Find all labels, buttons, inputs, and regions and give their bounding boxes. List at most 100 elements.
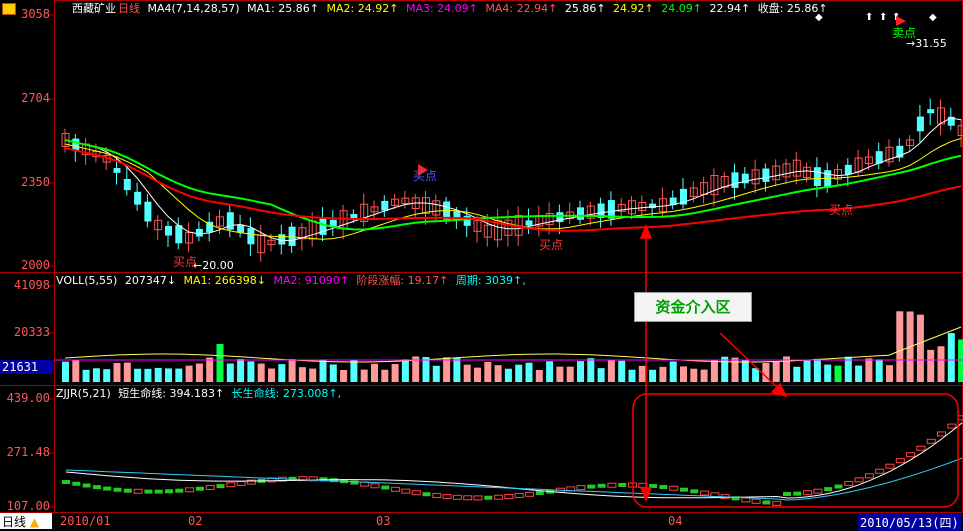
volume-bar [185,365,193,382]
volume-header: VOLL(5,55) 207347↓ MA1: 266398↓ MA2: 910… [56,274,530,288]
volume-bar [721,356,729,382]
volume-bar [927,349,935,382]
zjjr-box-up [751,498,761,504]
zjjr-box-up [916,445,926,451]
volume-bar [587,358,595,382]
candle-down [381,200,389,211]
volume-y-tick: 41098 [13,278,50,292]
volume-bar [628,369,636,382]
ma3-value: MA3: 24.09↑ [405,2,478,15]
volume-bar [597,368,605,382]
ma4-value: MA4: 22.94↑ [485,2,558,15]
zjjr-box-down [350,480,359,485]
volume-bar [484,361,492,382]
candle-down [844,164,852,175]
zjjr-box-down [762,500,771,505]
volume-bar [824,364,832,382]
buy-point-label: 买点 [539,238,564,252]
volume-bar [896,311,904,382]
volume-moving-averages [64,326,962,363]
zjjr-box-down [422,492,431,497]
volume-bar [247,361,255,382]
stage-rise: 阶段涨幅: 19.17↑ [356,274,449,287]
volume-bar [340,369,348,382]
zjjr-box-up [607,482,617,488]
zjjr-box-up [452,494,462,500]
volume-bar [123,362,131,382]
zjjr-box-up [926,438,936,444]
volume-bar [690,368,698,382]
period-tab[interactable]: 日线 ▲ [0,513,52,529]
candle-down [237,224,245,233]
zjjr-title: ZJJR(5,21) [56,387,111,400]
volume-bar [556,366,564,382]
x-label: 03 [376,514,391,528]
zjjr-box-up [947,423,957,429]
zjjr-box-down [793,491,802,496]
volume-bar [329,364,337,382]
candle-down [927,109,935,114]
volume-bar [813,358,821,382]
warning-icon: ▲ [29,515,40,529]
zjjr-box-down [113,487,122,492]
volume-bar [288,359,296,382]
volume-bar [886,365,893,382]
period-label: 日线 [118,2,140,15]
volume-bar [154,367,162,382]
candle-down [226,212,234,230]
volume-bar [463,364,471,382]
volume-bar [772,361,780,382]
volume-bar [257,363,265,382]
zjjr-box-down [824,487,833,492]
zjjr-box-up [700,490,710,496]
v1-value: 25.86↑ [564,2,606,15]
chart-canvas[interactable]: ◆ ⬆ ⬆ ⬆ ◆ [0,0,963,529]
zjjr-box-up [576,485,586,491]
volume-bar [566,366,574,382]
price-header: 西藏矿业 日线 MA4(7,14,28,57) MA1: 25.86↑ MA2: … [72,2,832,16]
svg-text:⬆: ⬆ [879,12,887,23]
volume-value: 207347↓ [124,274,177,287]
moving-average-line [64,137,962,240]
volume-bar [659,366,667,382]
volume-bar [298,367,306,382]
zjjr-box-up [401,488,411,494]
v4-value: 22.94↑ [709,2,751,15]
volume-bar [834,365,842,382]
zjjr-box-up [895,458,905,464]
zjjr-box-up [885,463,895,469]
volume-bar [309,368,317,382]
zjjr-box-up [741,497,751,503]
volume-bar [453,357,461,382]
zjjr-box-up [669,485,679,491]
zjjr-box-down [834,484,843,489]
candle-down [824,170,832,189]
zjjr-box-down [587,484,596,489]
short-life-line-curve [65,422,963,499]
v2-value: 24.92↑ [613,2,654,15]
volume-y-tick: 20333 [13,325,50,339]
zjjr-box-up [854,477,864,483]
ma2-value: MA2: 24.92↑ [326,2,399,15]
low-price-label: ←20.00 [193,259,234,272]
buy-point-label: 买点 [413,169,438,183]
zjjr-box-down [144,489,153,494]
zjjr-box-down [535,490,544,495]
candle-down [916,116,924,132]
ma1-value: MA1: 25.86↑ [247,2,320,15]
zjjr-box-down [216,484,225,489]
zjjr-box-down [783,492,791,496]
volume-bar [958,339,963,382]
volume-bar [237,359,245,382]
volume-ma2: MA2: 91090↑ [273,274,349,287]
top-markers: ◆ ⬆ ⬆ ⬆ ◆ [815,12,937,23]
long-life-line: 长生命线: 273.008↑, [231,387,342,400]
zjjr-box-up [504,493,514,499]
zjjr-box-down [659,485,668,490]
capital-zone-callout: 资金介入区 [634,292,752,322]
zjjr-box-down [123,488,132,493]
diamond-icon: ◆ [929,12,937,23]
volume-bar [504,368,512,382]
volume-bar [855,365,863,382]
zjjr-box-down [680,487,688,492]
